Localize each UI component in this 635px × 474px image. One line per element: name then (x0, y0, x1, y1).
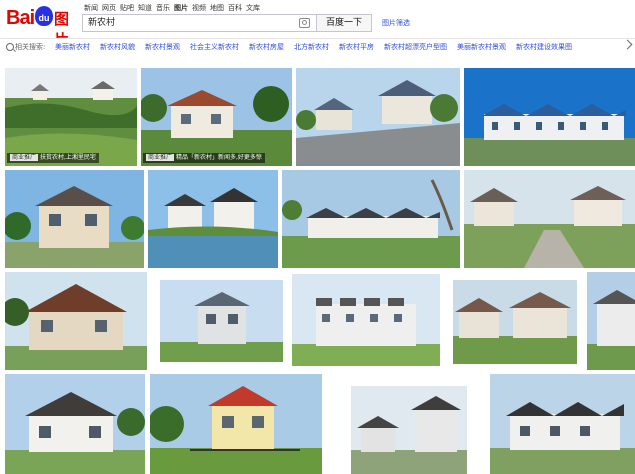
related-tag[interactable]: 新农村平房 (339, 42, 374, 52)
thumbnail-image (141, 68, 292, 166)
chevron-right-icon[interactable] (622, 39, 633, 50)
product-nav: 新闻 网页 贴吧 知道 音乐 图片 视频 地图 百科 文库 (82, 2, 262, 14)
image-filter-link[interactable]: 图片筛选 (382, 18, 410, 28)
thumbnail-image (490, 374, 635, 474)
nav-music[interactable]: 音乐 (154, 2, 172, 14)
thumbnail-image (5, 272, 147, 370)
camera-icon[interactable] (299, 18, 310, 28)
search-input[interactable]: 新农村 (82, 14, 316, 32)
related-tag[interactable]: 新农村超漂亮户型图 (384, 42, 447, 52)
nav-video[interactable]: 视频 (190, 2, 208, 14)
search-button[interactable]: 百度一下 (316, 14, 372, 32)
image-result-11[interactable] (453, 280, 577, 364)
thumbnail-image (464, 68, 635, 166)
thumbnail-image (292, 274, 440, 366)
related-tag[interactable]: 美丽新农村 (55, 42, 90, 52)
nav-zhidao[interactable]: 知道 (136, 2, 154, 14)
search-value: 新农村 (88, 18, 116, 28)
nav-baike[interactable]: 百科 (226, 2, 244, 14)
image-result-15[interactable] (351, 386, 467, 474)
thumbnail-image (5, 68, 137, 166)
image-results-grid: 商业推广 扶贫农村,上湘里民宅 商业推广 精品「新农村」新闻多,好更多惊 (0, 60, 635, 474)
related-tag[interactable]: 新农村房屋 (249, 42, 284, 52)
logo-bai: Bai (6, 7, 35, 29)
image-result-6[interactable] (282, 170, 460, 268)
related-tag[interactable]: 社会主义新农村 (190, 42, 239, 52)
nav-web[interactable]: 网页 (100, 2, 118, 14)
image-result-2[interactable] (296, 68, 460, 166)
related-tag[interactable]: 新农村风貌 (100, 42, 135, 52)
thumbnail-image (160, 280, 283, 362)
related-tag[interactable]: 新农村建设效果图 (516, 42, 572, 52)
related-tags: 美丽新农村 新农村风貌 新农村景观 社会主义新农村 新农村房屋 北方新农村 新农… (55, 42, 582, 52)
baidu-logo[interactable]: Bai du 图片 (6, 4, 78, 49)
header: Bai du 图片 新闻 网页 贴吧 知道 音乐 图片 视频 地图 百科 文库 … (0, 0, 635, 49)
related-tag[interactable]: 新农村景观 (145, 42, 180, 52)
image-result-13[interactable] (5, 374, 145, 474)
nav-news[interactable]: 新闻 (82, 2, 100, 14)
nav-images[interactable]: 图片 (172, 2, 190, 14)
thumbnail-image (453, 280, 577, 364)
thumbnail-image (5, 374, 145, 474)
thumbnail-image (587, 272, 635, 370)
image-result-10[interactable] (292, 274, 440, 366)
thumbnail-image (150, 374, 322, 474)
image-result-7[interactable] (464, 170, 635, 268)
thumbnail-image (296, 68, 460, 166)
image-result-0[interactable]: 商业推广 扶贫农村,上湘里民宅 (5, 68, 137, 166)
image-result-9[interactable] (160, 280, 283, 362)
nav-wenku[interactable]: 文库 (244, 2, 262, 14)
related-tag[interactable]: 美丽新农村景观 (457, 42, 506, 52)
nav-map[interactable]: 地图 (208, 2, 226, 14)
image-result-12[interactable] (587, 272, 635, 370)
image-caption: 商业推广 精品「新农村」新闻多,好更多惊 (143, 153, 265, 163)
thumbnail-image (282, 170, 460, 268)
image-result-14[interactable] (150, 374, 322, 474)
image-result-5[interactable] (148, 170, 278, 268)
related-label: 相关搜索: (15, 43, 46, 51)
image-result-8[interactable] (5, 272, 147, 370)
related-searches-bar: 相关搜索: 美丽新农村 新农村风貌 新农村景观 社会主义新农村 新农村房屋 北方… (0, 38, 635, 56)
thumbnail-image (351, 386, 467, 474)
thumbnail-image (148, 170, 278, 268)
image-result-16[interactable] (490, 374, 635, 474)
related-tag[interactable]: 北方新农村 (294, 42, 329, 52)
search-icon (6, 43, 14, 51)
image-result-3[interactable] (464, 68, 635, 166)
thumbnail-image (5, 170, 144, 268)
paw-icon: du (35, 6, 53, 26)
thumbnail-image (464, 170, 635, 268)
nav-tieba[interactable]: 贴吧 (118, 2, 136, 14)
image-result-1[interactable]: 商业推广 精品「新农村」新闻多,好更多惊 (141, 68, 292, 166)
image-caption: 商业推广 扶贫农村,上湘里民宅 (7, 153, 99, 163)
image-result-4[interactable] (5, 170, 144, 268)
